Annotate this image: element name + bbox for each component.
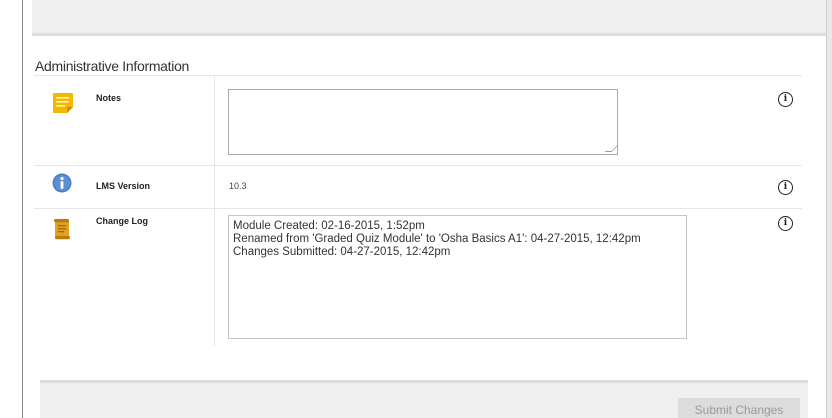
row-divider (34, 208, 802, 209)
change-log-line: Changes Submitted: 04-27-2015, 12:42pm (233, 246, 451, 258)
change-log-line: Renamed from 'Graded Quiz Module' to 'Os… (233, 233, 641, 245)
submit-changes-button[interactable]: Submit Changes (678, 398, 800, 418)
row-divider (34, 165, 802, 166)
column-divider (214, 76, 215, 346)
notes-label: Notes (96, 93, 122, 103)
resize-handle-icon[interactable] (604, 145, 619, 152)
lms-version-info-button[interactable]: i (778, 180, 793, 195)
notes-textarea[interactable] (228, 89, 619, 155)
notes-icon (52, 92, 74, 119)
notes-info-button[interactable]: i (778, 92, 793, 107)
lms-version-label: LMS Version (96, 181, 151, 191)
info-circle-icon (52, 173, 72, 198)
section-title: Administrative Information (35, 58, 190, 74)
section-divider (34, 75, 802, 76)
change-log-box[interactable]: Module Created: 02-16-2015, 1:52pm Renam… (228, 215, 687, 339)
lms-version-value: 10.3 (229, 181, 247, 191)
scroll-icon (52, 218, 72, 245)
top-panel-strip (32, 0, 830, 36)
scrollbar-track[interactable] (826, 0, 832, 418)
change-log-line: Module Created: 02-16-2015, 1:52pm (233, 220, 425, 232)
change-log-info-button[interactable]: i (778, 216, 793, 231)
change-log-label: Change Log (96, 216, 148, 226)
